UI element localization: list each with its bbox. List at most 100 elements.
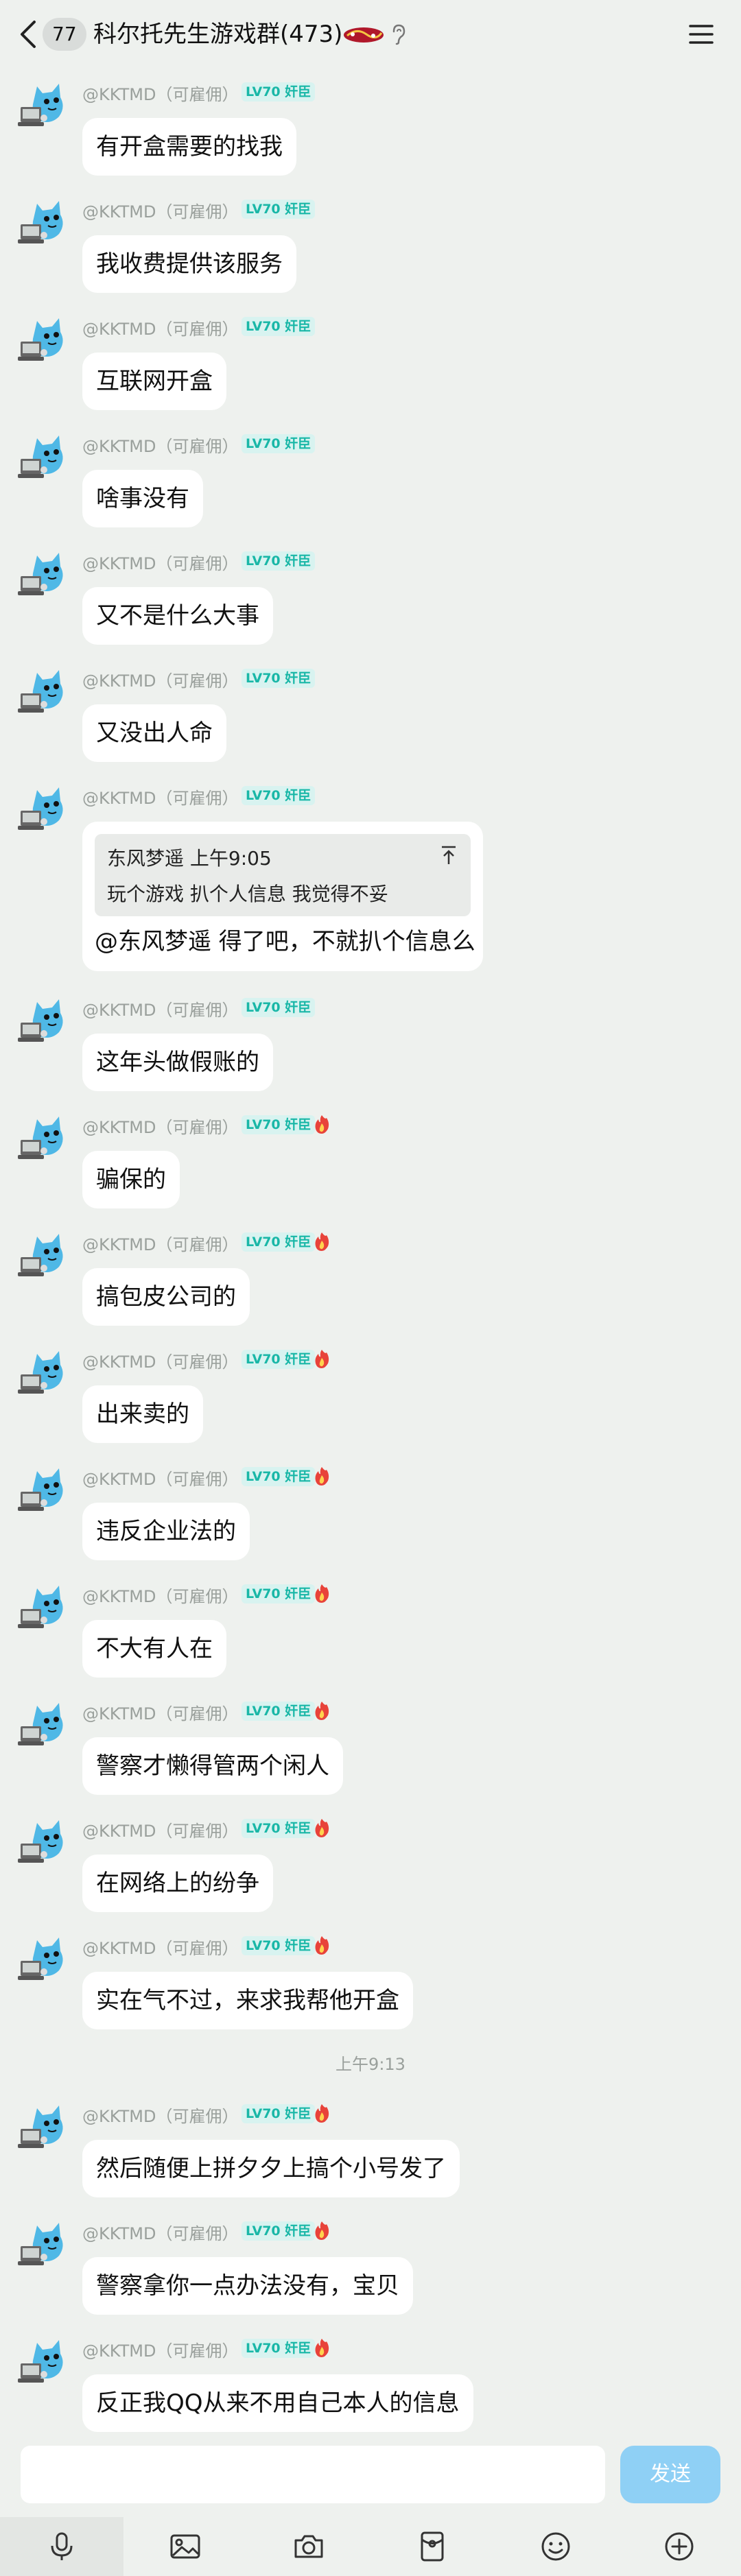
message-bubble[interactable]: 实在气不过，来求我帮他开盒 bbox=[82, 1972, 413, 2029]
avatar[interactable] bbox=[16, 1813, 73, 1870]
level-badge: LV70 奸臣 bbox=[242, 1467, 316, 1486]
message-bubble[interactable]: 骗保的 bbox=[82, 1151, 180, 1208]
avatar[interactable] bbox=[16, 1227, 73, 1283]
avatar[interactable] bbox=[16, 77, 73, 133]
level-badge: LV70 奸臣 bbox=[242, 1936, 316, 1955]
sender-name[interactable]: @KKTMD（可雇佣） bbox=[82, 2220, 238, 2244]
flame-icon bbox=[313, 1700, 331, 1721]
avatar[interactable] bbox=[16, 2099, 73, 2155]
message-bubble[interactable]: 啥事没有 bbox=[82, 470, 203, 527]
message-bubble[interactable]: 我收费提供该服务 bbox=[82, 235, 296, 293]
sender-name[interactable]: @KKTMD（可雇佣） bbox=[82, 1466, 238, 1490]
message-bubble[interactable]: 在网络上的纷争 bbox=[82, 1855, 273, 1912]
sender-name[interactable]: @KKTMD（可雇佣） bbox=[82, 2337, 238, 2361]
sender-name[interactable]: @KKTMD（可雇佣） bbox=[82, 1114, 238, 1138]
avatar[interactable] bbox=[16, 429, 73, 485]
message-bubble[interactable]: 这年头做假账的 bbox=[82, 1034, 273, 1091]
sender-name[interactable]: @KKTMD（可雇佣） bbox=[82, 198, 238, 222]
flame-icon bbox=[313, 1935, 331, 1955]
message-bubble[interactable]: 警察才懒得管两个闲人 bbox=[82, 1737, 343, 1795]
flame-icon bbox=[313, 2337, 331, 2358]
sender-name[interactable]: @KKTMD（可雇佣） bbox=[82, 315, 238, 339]
message-bubble[interactable]: 然后随便上拼夕夕上搞个小号发了 bbox=[82, 2140, 460, 2197]
message-bubble[interactable]: 又不是什么大事 bbox=[82, 587, 273, 645]
message-bubble[interactable]: 反正我QQ从来不用自己本人的信息 bbox=[82, 2374, 473, 2432]
sender-name[interactable]: @KKTMD（可雇佣） bbox=[82, 81, 238, 105]
avatar[interactable] bbox=[16, 1696, 73, 1752]
send-button[interactable]: 发送 bbox=[620, 2446, 720, 2503]
message-input[interactable] bbox=[21, 2446, 605, 2503]
message-bubble[interactable]: 互联网开盒 bbox=[82, 353, 226, 410]
avatar[interactable] bbox=[16, 546, 73, 602]
message-bubble[interactable]: 不大有人在 bbox=[82, 1620, 226, 1678]
sender-name[interactable]: @KKTMD（可雇佣） bbox=[82, 1817, 238, 1841]
sender-name[interactable]: @KKTMD（可雇佣） bbox=[82, 550, 238, 574]
sender-name[interactable]: @KKTMD（可雇佣） bbox=[82, 997, 238, 1021]
message-bubble[interactable]: 违反企业法的 bbox=[82, 1503, 250, 1560]
camera-icon bbox=[294, 2535, 323, 2558]
timestamp: 上午9:13 bbox=[336, 2055, 405, 2074]
level-badge: LV70 奸臣 bbox=[242, 2339, 316, 2358]
avatar[interactable] bbox=[16, 1931, 73, 1987]
group-title: 科尔托先生游戏群(473) bbox=[93, 21, 343, 48]
back-arrow-icon[interactable] bbox=[15, 19, 43, 49]
level-badge: LV70 奸臣 bbox=[242, 434, 316, 453]
avatar[interactable] bbox=[16, 311, 73, 368]
quoted-author-time: 东风梦遥 上午9:05 bbox=[107, 847, 272, 870]
level-badge: LV70 奸臣 bbox=[242, 1584, 316, 1603]
sender-name[interactable]: @KKTMD（可雇佣） bbox=[82, 1583, 238, 1607]
level-badge: LV70 奸臣 bbox=[242, 2104, 316, 2123]
jump-to-original-icon[interactable] bbox=[439, 845, 458, 866]
microphone-icon bbox=[51, 2532, 73, 2560]
flame-icon bbox=[313, 1231, 331, 1252]
toolbar-plus[interactable] bbox=[618, 2517, 741, 2576]
avatar[interactable] bbox=[16, 1110, 73, 1166]
message-bubble[interactable]: 警察拿你一点办法没有，宝贝 bbox=[82, 2257, 413, 2315]
message-bubble[interactable]: 出来卖的 bbox=[82, 1385, 203, 1443]
avatar[interactable] bbox=[16, 663, 73, 719]
reply-message-bubble[interactable]: 东风梦遥 上午9:05 玩个游戏 扒个人信息 我觉得不妥 @东风梦遥 得了吧，不就扒… bbox=[82, 822, 483, 971]
toolbar-red-packet[interactable] bbox=[370, 2517, 494, 2576]
avatar[interactable] bbox=[16, 1579, 73, 1635]
sender-name[interactable]: @KKTMD（可雇佣） bbox=[82, 1935, 238, 1959]
avatar[interactable] bbox=[16, 780, 73, 837]
flame-icon bbox=[313, 1466, 331, 1486]
level-badge: LV70 奸臣 bbox=[242, 551, 316, 571]
avatar[interactable] bbox=[16, 1462, 73, 1518]
sender-name[interactable]: @KKTMD（可雇佣） bbox=[82, 667, 238, 691]
chat-header: 77 科尔托先生游戏群(473) bbox=[0, 0, 741, 69]
sender-name[interactable]: @KKTMD（可雇佣） bbox=[82, 785, 238, 809]
earpiece-icon[interactable] bbox=[391, 23, 406, 45]
toolbar-voice[interactable] bbox=[0, 2517, 124, 2576]
avatar[interactable] bbox=[16, 2216, 73, 2272]
toolbar-emoji[interactable] bbox=[494, 2517, 618, 2576]
message-bubble[interactable]: 搞包皮公司的 bbox=[82, 1268, 250, 1326]
flame-icon bbox=[313, 1583, 331, 1603]
toolbar-image[interactable] bbox=[124, 2517, 247, 2576]
avatar[interactable] bbox=[16, 194, 73, 250]
game-logo-icon bbox=[344, 27, 384, 43]
sender-name[interactable]: @KKTMD（可雇佣） bbox=[82, 433, 238, 457]
message-bubble[interactable]: 有开盒需要的找我 bbox=[82, 118, 296, 176]
input-bar: 发送 bbox=[0, 2432, 741, 2517]
level-badge: LV70 奸臣 bbox=[242, 200, 316, 219]
level-badge: LV70 奸臣 bbox=[242, 1819, 316, 1838]
unread-count-badge[interactable]: 77 bbox=[43, 18, 86, 51]
toolbar-camera[interactable] bbox=[247, 2517, 370, 2576]
level-badge: LV70 奸臣 bbox=[242, 998, 316, 1017]
avatar[interactable] bbox=[16, 992, 73, 1049]
message-bubble[interactable]: 又没出人命 bbox=[82, 704, 226, 762]
flame-icon bbox=[313, 2220, 331, 2241]
avatar[interactable] bbox=[16, 1344, 73, 1400]
level-badge: LV70 奸臣 bbox=[242, 317, 316, 336]
sender-name[interactable]: @KKTMD（可雇佣） bbox=[82, 2103, 238, 2127]
sender-name[interactable]: @KKTMD（可雇佣） bbox=[82, 1348, 238, 1372]
level-badge: LV70 奸臣 bbox=[242, 2221, 316, 2241]
menu-icon[interactable] bbox=[687, 22, 715, 47]
sender-name[interactable]: @KKTMD（可雇佣） bbox=[82, 1231, 238, 1255]
level-badge: LV70 奸臣 bbox=[242, 82, 316, 102]
sender-name[interactable]: @KKTMD（可雇佣） bbox=[82, 1700, 238, 1724]
level-badge: LV70 奸臣 bbox=[242, 786, 316, 805]
avatar[interactable] bbox=[16, 2333, 73, 2389]
quoted-message[interactable]: 东风梦遥 上午9:05 玩个游戏 扒个人信息 我觉得不妥 bbox=[95, 834, 471, 916]
